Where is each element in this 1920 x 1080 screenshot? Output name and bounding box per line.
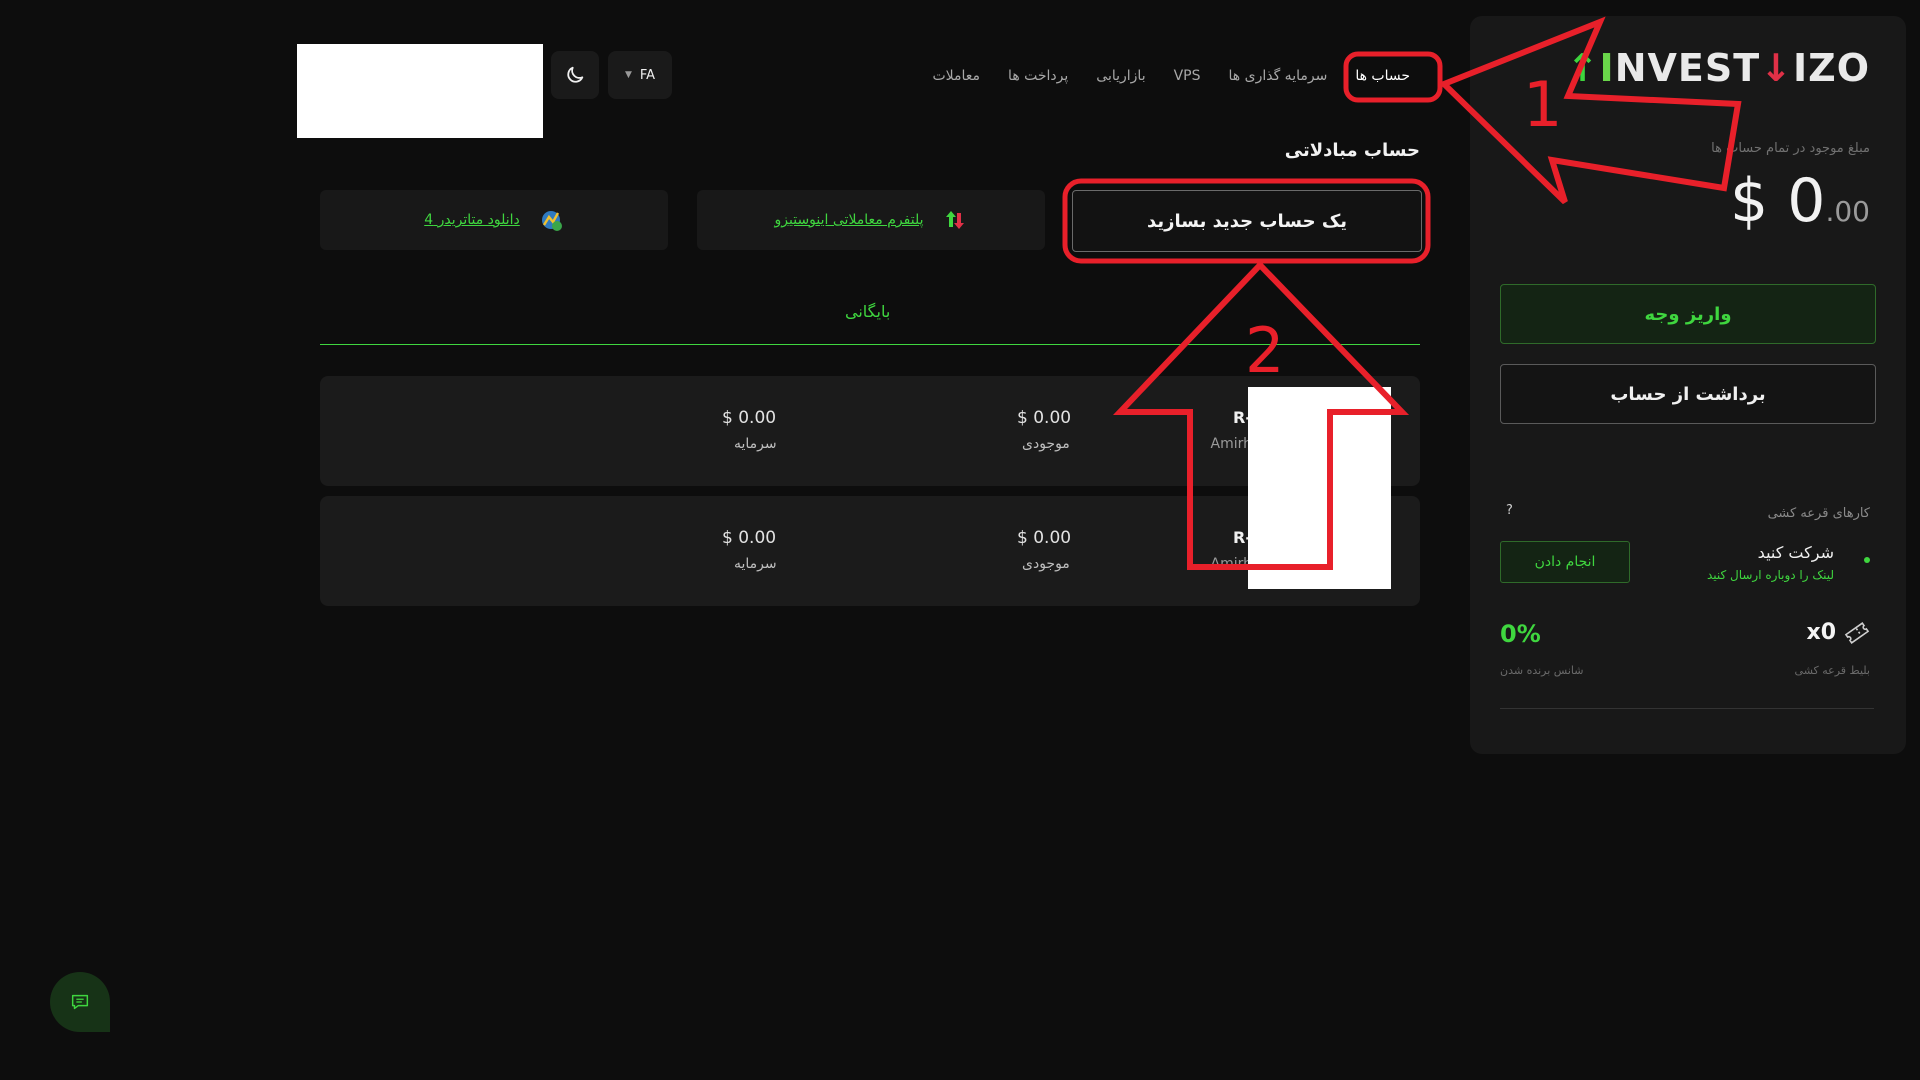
nav-marketing[interactable]: بازاریابی: [1082, 60, 1159, 92]
nav-vps[interactable]: VPS: [1160, 60, 1215, 92]
mt4-download-link[interactable]: دانلود متاتریدر 4: [424, 212, 520, 228]
tab-archive[interactable]: بایگانی: [845, 302, 890, 321]
total-balance: $ 0.00: [1730, 166, 1870, 236]
platform-icon: [945, 211, 964, 229]
account-capital-label: سرمایه: [734, 436, 777, 452]
account-balance: $ 0.00: [1017, 408, 1072, 428]
top-nav: حساب ها سرمایه گذاری ها VPS بازاریابی پر…: [918, 60, 1424, 92]
redacted-area: [1248, 387, 1391, 589]
theme-toggle-button[interactable]: [551, 51, 599, 99]
balance-label: مبلغ موجود در تمام حساب ها: [1711, 141, 1870, 156]
account-balance-label: موجودی: [1022, 436, 1070, 452]
redacted-area: [297, 44, 543, 138]
tab-underline: [320, 344, 1420, 345]
do-task-button[interactable]: انجام دادن: [1500, 541, 1630, 583]
win-chance-label: شانس برنده شدن: [1500, 664, 1584, 677]
account-sidebar: ↑INVEST↓IZO مبلغ موجود در تمام حساب ها $…: [1470, 16, 1906, 754]
nav-trades[interactable]: معاملات: [918, 60, 994, 92]
deposit-button[interactable]: واریز وجه: [1500, 284, 1876, 344]
account-capital-label: سرمایه: [734, 556, 777, 572]
task-title: شرکت کنید: [1757, 543, 1834, 562]
account-balance: $ 0.00: [1017, 528, 1072, 548]
language-selector[interactable]: ▼ FA: [608, 51, 672, 99]
withdraw-button[interactable]: برداشت از حساب: [1500, 364, 1876, 424]
win-chance: 0%: [1500, 620, 1541, 648]
divider: [1500, 708, 1874, 709]
chat-icon: [71, 994, 89, 1010]
metatrader-icon: [541, 211, 562, 231]
tickets-label: بلیط قرعه کشی: [1794, 664, 1870, 677]
nav-payments[interactable]: پرداخت ها: [994, 60, 1082, 92]
platform-link[interactable]: پلتفرم معاملاتی اینوستیزو: [775, 212, 924, 228]
task-status-dot: [1864, 557, 1870, 563]
account-capital: $ 0.00: [722, 408, 777, 428]
account-balance-label: موجودی: [1022, 556, 1070, 572]
help-icon[interactable]: ?: [1506, 503, 1513, 518]
lottery-tasks-title: کارهای قرعه کشی: [1767, 506, 1870, 521]
platform-card[interactable]: پلتفرم معاملاتی اینوستیزو: [697, 190, 1045, 250]
section-title: حساب مبادلاتی: [1284, 140, 1420, 161]
ticket-icon: [1844, 622, 1870, 644]
account-capital: $ 0.00: [722, 528, 777, 548]
chat-button[interactable]: [50, 972, 110, 1032]
nav-investments[interactable]: سرمایه گذاری ها: [1215, 60, 1342, 92]
tickets-count: x0: [1806, 620, 1837, 645]
chevron-down-icon: ▼: [624, 70, 632, 80]
create-account-button[interactable]: یک حساب جدید بسازید: [1072, 190, 1422, 252]
account-owner: Amirh: [1210, 436, 1253, 452]
investizo-logo[interactable]: ↑INVEST↓IZO: [1567, 46, 1870, 90]
mt4-card[interactable]: دانلود متاتریدر 4: [320, 190, 668, 250]
resend-link[interactable]: لینک را دوباره ارسال کنید: [1707, 568, 1834, 582]
account-owner: Amirh: [1210, 556, 1253, 572]
moon-icon: [567, 66, 584, 83]
nav-accounts[interactable]: حساب ها: [1341, 60, 1424, 92]
